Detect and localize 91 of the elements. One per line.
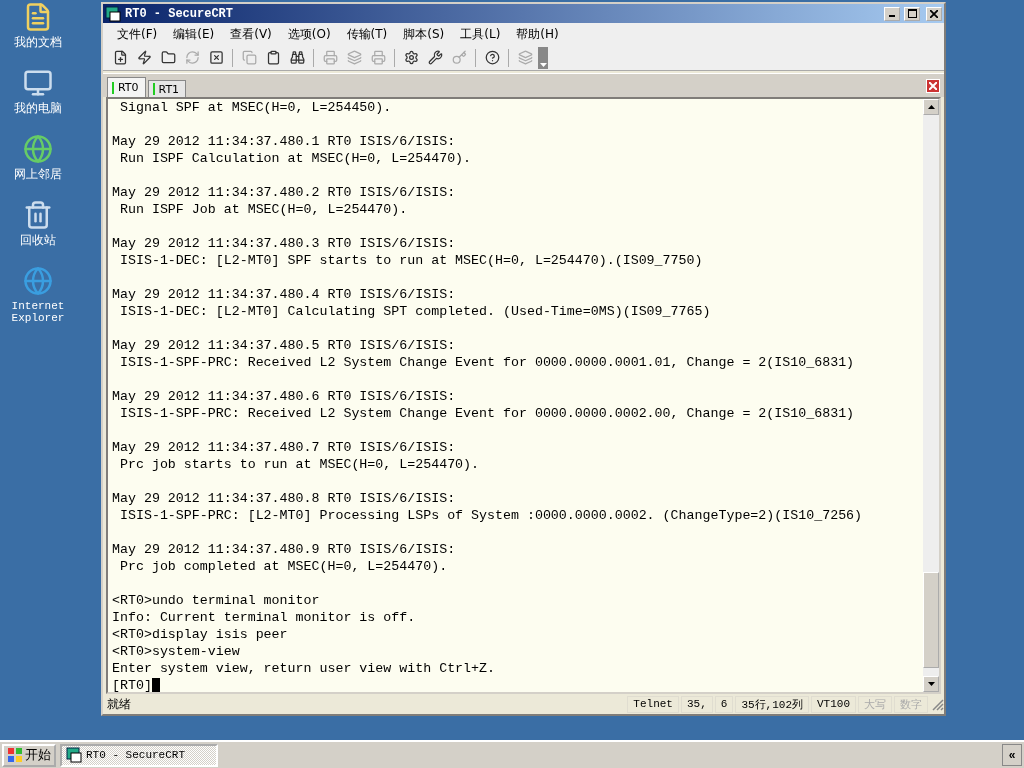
menu-item[interactable]: 编辑(E) — [165, 25, 223, 43]
menu-item[interactable]: 选项(O) — [279, 25, 339, 43]
menu-item[interactable]: 脚本(S) — [395, 25, 453, 43]
tray-toggle-button[interactable]: « — [1002, 744, 1022, 766]
resize-grip-icon[interactable] — [930, 697, 944, 711]
close-tab-button[interactable] — [926, 78, 940, 93]
close-button[interactable] — [926, 6, 942, 21]
terminal-line: May 29 2012 11:34:37.480.1 RT0 ISIS/6/ISIS: — [112, 133, 456, 150]
toolbar-icon — [208, 50, 224, 65]
status-message: 就绪 — [107, 695, 132, 713]
menu-item[interactable]: 文件(F) — [109, 25, 166, 43]
scroll-thumb[interactable] — [923, 572, 939, 668]
menu-item[interactable]: 工具(L) — [452, 25, 509, 43]
desktop-icon-label[interactable]: 回收站 — [8, 234, 68, 246]
computer-icon[interactable] — [23, 68, 53, 98]
toolbar-icon — [241, 50, 257, 65]
terminal-line: May 29 2012 11:34:37.480.3 RT0 ISIS/6/ISIS: — [112, 235, 456, 252]
maximize-icon — [907, 9, 917, 18]
status-pane: 35行,102列 — [735, 695, 809, 713]
close-icon — [930, 9, 938, 18]
scrollbar[interactable] — [923, 99, 939, 692]
caret-icon — [539, 62, 547, 69]
terminal-line: ISIS-1-SPF-PRC: Received L2 System Change Event for 0000.0000.0001.01, Change = 2(IS10_6831) — [118, 354, 855, 371]
minimize-button[interactable] — [884, 6, 900, 21]
terminal-line: May 29 2012 11:34:37.480.9 RT0 ISIS/6/ISIS: — [112, 541, 456, 558]
app-icon — [66, 747, 82, 763]
trash-icon[interactable] — [23, 200, 53, 230]
terminal-line: May 29 2012 11:34:37.480.5 RT0 ISIS/6/ISIS: — [112, 337, 456, 354]
terminal-line: <RT0>system-view — [112, 643, 240, 660]
toolbar-icon — [346, 50, 362, 65]
terminal-line: Run ISPF Job at MSEC(H=0, L=254470). — [118, 201, 408, 218]
toolbar-icon — [517, 50, 533, 65]
scroll-up-button[interactable] — [923, 99, 939, 115]
toolbar-icon — [265, 50, 281, 65]
status-pane: Telnet — [627, 695, 679, 713]
window-title: RT0 - SecureCRT — [125, 6, 235, 21]
app-icon — [105, 5, 121, 22]
terminal-line: ISIS-1-SPF-PRC: [L2-MT0] Processing LSPs of System :0000.0000.0002. (ChangeType=2)(IS10_7256) — [118, 507, 863, 524]
toolbar-icon — [403, 50, 419, 65]
terminal-line: Prc job starts to run at MSEC(H=0, L=254470). — [118, 456, 480, 473]
text-cursor — [151, 678, 160, 692]
down-arrow-icon — [927, 682, 935, 686]
terminal-line: Enter system view, return user view with Ctrl+Z. — [112, 660, 495, 677]
terminal-line: Run ISPF Calculation at MSEC(H=0, L=254470). — [118, 150, 472, 167]
status-pane: 大写 — [858, 695, 892, 713]
toolbar-icon — [484, 50, 500, 65]
terminal-line: <RT0>undo terminal monitor — [112, 592, 320, 609]
toolbar-icon — [136, 50, 152, 65]
toolbar-icon — [112, 50, 128, 65]
windows-flag-icon — [7, 747, 23, 763]
menu-item[interactable]: 帮助(H) — [508, 25, 567, 43]
status-pane: 6 — [714, 695, 734, 713]
toolbar-icon — [289, 50, 305, 65]
session-tab[interactable]: RT1 — [147, 80, 187, 97]
toolbar-icon — [427, 50, 443, 65]
maximize-button[interactable] — [904, 6, 920, 21]
desktop-icon-label[interactable]: 我的文档 — [8, 36, 68, 48]
toolbar-icon — [370, 50, 386, 65]
terminal-line: ISIS-1-DEC: [L2-MT0] Calculating SPT completed. (Used-Time=0MS)(IS09_7765) — [118, 303, 711, 320]
terminal-line: May 29 2012 11:34:37.480.6 RT0 ISIS/6/ISIS: — [112, 388, 456, 405]
terminal-line: May 29 2012 11:34:37.480.7 RT0 ISIS/6/ISIS: — [112, 439, 456, 456]
terminal-line: Signal SPF at MSEC(H=0, L=254450). — [118, 99, 392, 116]
toolbar-icon — [322, 50, 338, 65]
terminal-line: ISIS-1-SPF-PRC: Received L2 System Change Event for 0000.0000.0002.00, Change = 2(IS10_6831) — [118, 405, 855, 422]
toolbar-overflow-button[interactable] — [538, 46, 548, 69]
status-pane: 数字 — [894, 695, 928, 713]
toolbar-icon — [451, 50, 467, 65]
taskbar-button[interactable]: RT0 - SecureCRT — [60, 743, 218, 767]
start-button[interactable]: 开始 — [2, 743, 56, 767]
terminal-line: ISIS-1-DEC: [L2-MT0] SPF starts to run at MSEC(H=0, L=254470).(IS09_7750) — [118, 252, 703, 269]
status-pane: VT100 — [811, 695, 856, 713]
session-tab[interactable]: RT0 — [107, 77, 146, 97]
terminal-line: <RT0>display isis peer — [112, 626, 288, 643]
terminal-line: Info: Current terminal monitor is off. — [112, 609, 416, 626]
menu-item[interactable]: 传输(T) — [338, 25, 396, 43]
terminal-line: May 29 2012 11:34:37.480.2 RT0 ISIS/6/ISIS: — [112, 184, 456, 201]
globe-icon[interactable] — [23, 134, 53, 164]
up-arrow-icon — [927, 105, 935, 109]
terminal-line: Prc job completed at MSEC(H=0, L=254470). — [118, 558, 448, 575]
terminal-line: May 29 2012 11:34:37.480.4 RT0 ISIS/6/ISIS: — [112, 286, 456, 303]
desktop-icon-label[interactable]: 我的电脑 — [8, 102, 68, 114]
desktop-icon-label[interactable]: 网上邻居 — [8, 168, 68, 180]
status-pane: 35, — [680, 695, 713, 713]
menu-item[interactable]: 查看(V) — [222, 25, 280, 43]
desktop-icon-label[interactable]: Internet Explorer — [8, 300, 68, 324]
terminal-line: May 29 2012 11:34:37.480.8 RT0 ISIS/6/ISIS: — [112, 490, 456, 507]
toolbar-icon — [184, 50, 200, 65]
close-icon — [929, 81, 937, 90]
scroll-down-button[interactable] — [923, 676, 939, 692]
toolbar-icon — [160, 50, 176, 65]
terminal-line: [RT0] — [112, 677, 152, 692]
